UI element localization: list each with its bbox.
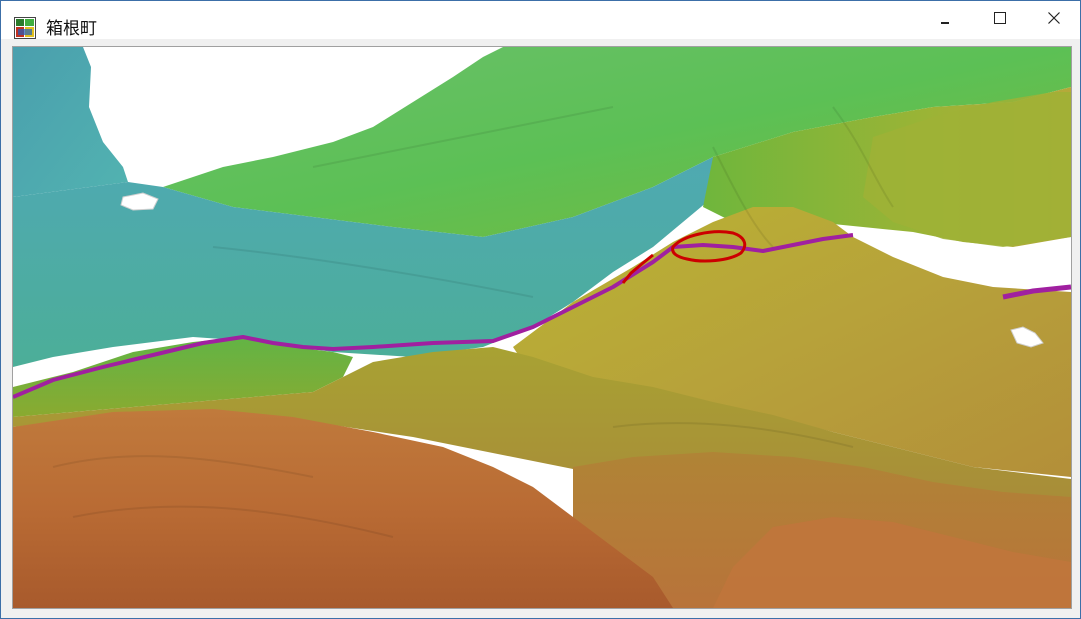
maximize-button[interactable] [977,1,1023,37]
close-button[interactable] [1031,1,1077,37]
maximize-icon [994,12,1006,24]
close-icon [1048,12,1060,24]
terrain-viewport[interactable] [12,46,1072,609]
map-app-icon [14,17,36,39]
title-bar[interactable]: 箱根町 [1,1,1080,39]
minimize-button[interactable] [923,1,969,37]
terrain-3d-render [13,47,1071,608]
minimize-icon [941,22,949,24]
window-title: 箱根町 [46,19,97,39]
app-window: 箱根町 [0,0,1081,619]
